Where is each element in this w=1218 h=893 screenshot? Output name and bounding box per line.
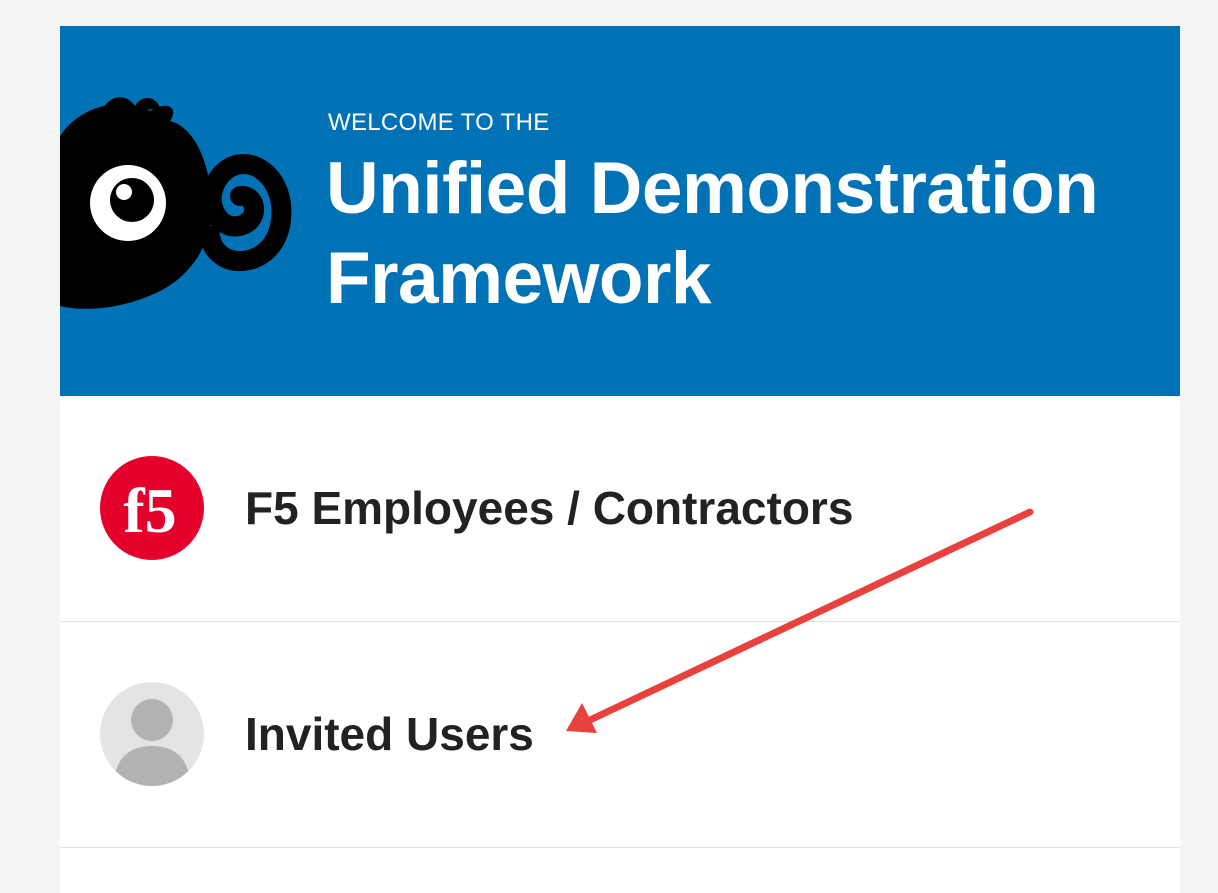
page-title: Unified Demonstration Framework (326, 148, 1099, 319)
login-option-f5-employees[interactable]: f5 F5 Employees / Contractors (60, 396, 1180, 622)
user-avatar-icon (100, 682, 204, 786)
login-option-invited-users[interactable]: Invited Users (60, 622, 1180, 848)
svg-text:f5: f5 (123, 475, 176, 546)
welcome-banner: WELCOME TO THE Unified Demonstration Fra… (60, 26, 1180, 396)
login-option-label: Invited Users (245, 708, 534, 760)
mascot-icon (60, 97, 292, 309)
welcome-text: WELCOME TO THE (328, 109, 550, 136)
login-option-label: F5 Employees / Contractors (245, 482, 854, 534)
f5-logo-icon: f5 (100, 456, 204, 560)
login-card: WELCOME TO THE Unified Demonstration Fra… (60, 26, 1180, 893)
